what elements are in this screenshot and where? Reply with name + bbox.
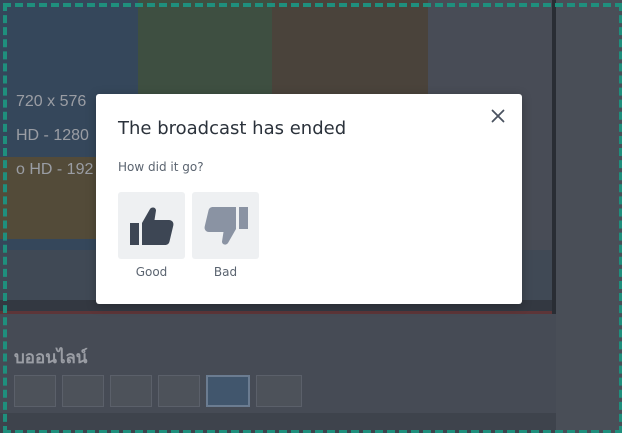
thumbs-down-icon <box>204 206 248 245</box>
rate-bad-button[interactable]: Bad <box>192 192 259 279</box>
rate-bad-label: Bad <box>213 265 238 279</box>
close-icon <box>491 109 505 123</box>
rate-good-label: Good <box>135 265 168 279</box>
screen: 720 x 576 HD - 1280 o HD - 192 บออนไลน์ … <box>0 0 622 433</box>
thumbs-up-icon <box>129 206 173 245</box>
rate-tile <box>192 192 259 259</box>
dialog-title: The broadcast has ended <box>118 118 347 139</box>
broadcast-ended-dialog: The broadcast has ended How did it go? G… <box>96 94 522 304</box>
rate-good-button[interactable]: Good <box>118 192 185 279</box>
close-button[interactable] <box>488 106 508 126</box>
feedback-question: How did it go? <box>118 160 204 174</box>
rate-tile <box>118 192 185 259</box>
